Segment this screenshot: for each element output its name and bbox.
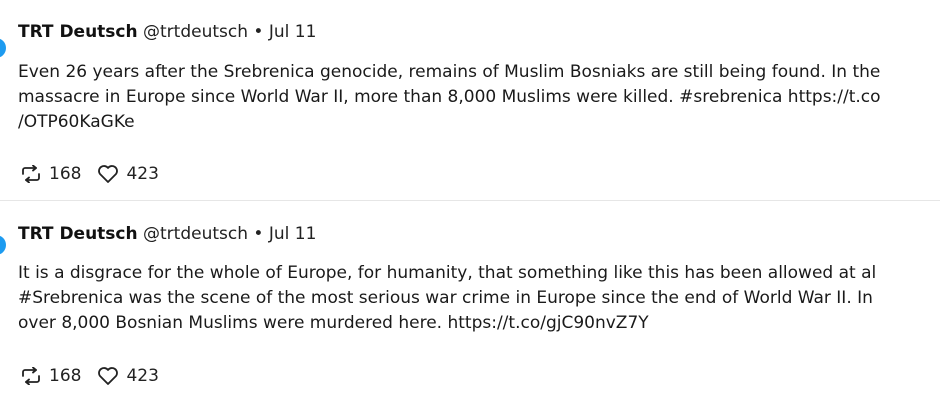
avatar[interactable] <box>0 235 6 255</box>
header-separator: • <box>253 22 264 42</box>
tweet-text-line: massacre in Europe since World War II, m… <box>18 87 881 107</box>
like-count: 423 <box>126 164 159 184</box>
tweet-header: TRT Deutsch @trtdeutsch • Jul 11 <box>18 21 316 43</box>
header-separator: • <box>253 224 264 244</box>
tweet-text: It is a disgrace for the whole of Europe… <box>18 261 940 336</box>
like-button[interactable]: 423 <box>97 164 159 184</box>
author-name[interactable]: TRT Deutsch <box>18 224 138 244</box>
tweet-card[interactable]: TRT Deutsch @trtdeutsch • Jul 11 It is a… <box>0 201 940 400</box>
retweet-count: 168 <box>49 366 82 386</box>
author-handle[interactable]: @trtdeutsch <box>143 22 248 42</box>
tweet-text-line: over 8,000 Bosnian Muslims were murdered… <box>18 313 649 333</box>
tweet-text-line: Even 26 years after the Srebrenica genoc… <box>18 62 881 82</box>
like-count: 423 <box>126 366 159 386</box>
retweet-button[interactable]: 168 <box>20 164 81 184</box>
tweet-actions: 168 423 <box>20 364 175 388</box>
retweet-icon <box>20 165 42 183</box>
retweet-button[interactable]: 168 <box>20 366 81 386</box>
tweet-feed: TRT Deutsch @trtdeutsch • Jul 11 Even 26… <box>0 0 940 400</box>
tweet-date[interactable]: Jul 11 <box>269 224 317 244</box>
tweet-text-line: It is a disgrace for the whole of Europe… <box>18 263 877 283</box>
retweet-icon <box>20 367 42 385</box>
heart-icon <box>97 366 119 386</box>
author-handle[interactable]: @trtdeutsch <box>143 224 248 244</box>
tweet-text-line: #Srebrenica was the scene of the most se… <box>18 288 873 308</box>
avatar[interactable] <box>0 38 6 58</box>
tweet-card[interactable]: TRT Deutsch @trtdeutsch • Jul 11 Even 26… <box>0 0 940 200</box>
tweet-text-line: /OTP60KaGKe <box>18 112 135 132</box>
author-name[interactable]: TRT Deutsch <box>18 22 138 42</box>
heart-icon <box>97 164 119 184</box>
retweet-count: 168 <box>49 164 82 184</box>
tweet-actions: 168 423 <box>20 162 175 186</box>
tweet-date[interactable]: Jul 11 <box>269 22 317 42</box>
like-button[interactable]: 423 <box>97 366 159 386</box>
tweet-header: TRT Deutsch @trtdeutsch • Jul 11 <box>18 223 316 245</box>
tweet-text: Even 26 years after the Srebrenica genoc… <box>18 60 940 135</box>
